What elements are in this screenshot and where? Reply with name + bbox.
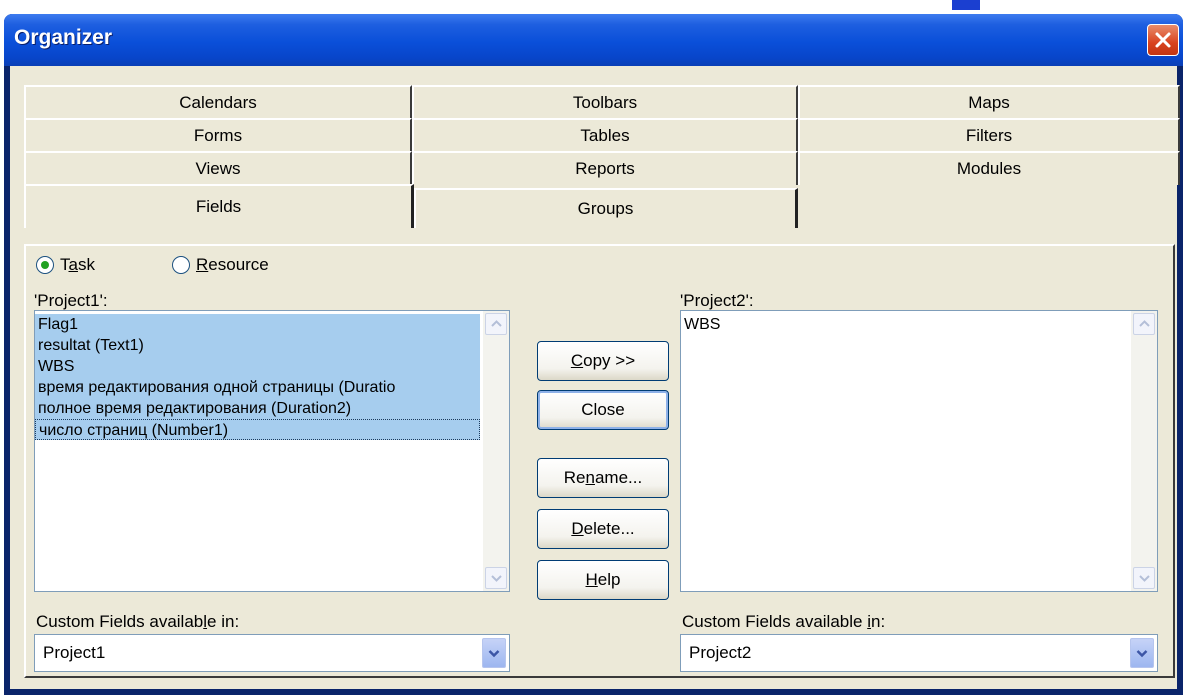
tab-row-3: Views Reports Modules xyxy=(24,151,1180,185)
chevron-down-icon xyxy=(488,649,500,657)
tab-filters[interactable]: Filters xyxy=(798,118,1180,152)
tab-tables[interactable]: Tables xyxy=(412,118,798,152)
right-combo-label: Custom Fields available in: xyxy=(682,612,886,631)
left-combo-dropdown-button[interactable] xyxy=(482,638,506,668)
project1-list[interactable]: Flag1 resultat (Text1) WBS время редакти… xyxy=(34,310,510,592)
left-list-label: 'Project1': xyxy=(34,291,108,310)
resource-radio[interactable]: Resource xyxy=(172,255,269,275)
project2-list-scrollbar[interactable] xyxy=(1131,311,1157,591)
list-item[interactable]: resultat (Text1) xyxy=(35,335,480,356)
list-item[interactable]: Flag1 xyxy=(35,314,480,335)
title-bar[interactable]: Organizer xyxy=(4,14,1183,66)
scroll-down-button[interactable] xyxy=(485,567,507,589)
resource-radio-label: Resource xyxy=(196,255,269,274)
tab-label: Tables xyxy=(580,126,630,145)
tab-modules[interactable]: Modules xyxy=(798,151,1180,185)
tab-label: Views xyxy=(195,159,241,178)
list-item[interactable]: WBS xyxy=(681,314,1126,335)
list-item[interactable]: число страниц (Number1) xyxy=(35,419,480,440)
tab-label: Toolbars xyxy=(572,93,638,112)
tab-toolbars[interactable]: Toolbars xyxy=(412,85,798,119)
right-combo-value: Project2 xyxy=(689,643,752,662)
left-combo-label: Custom Fields available in: xyxy=(36,612,240,631)
chevron-up-icon xyxy=(1138,320,1150,327)
project2-list[interactable]: WBS xyxy=(680,310,1158,592)
copy-button[interactable]: Copy >> xyxy=(537,341,669,381)
close-button-label: Close xyxy=(581,400,625,419)
list-item[interactable]: время редактирования одной страницы (Dur… xyxy=(35,377,480,398)
tab-row-1: Calendars Toolbars Maps xyxy=(24,85,1180,119)
tab-fields[interactable]: Fields xyxy=(24,184,414,228)
tab-label: Reports xyxy=(575,159,635,178)
right-combo-dropdown-button[interactable] xyxy=(1130,638,1154,668)
rename-button[interactable]: Rename... xyxy=(537,458,669,498)
close-button[interactable]: Close xyxy=(537,390,669,430)
dialog-client-area: Calendars Toolbars Maps Forms Tables Fil… xyxy=(10,66,1180,689)
close-icon xyxy=(1155,32,1171,48)
background-blue-block xyxy=(952,0,980,10)
help-button[interactable]: Help xyxy=(537,560,669,600)
left-custom-fields-select[interactable]: Project1 xyxy=(34,634,510,672)
radio-circle xyxy=(172,256,190,274)
tab-groups[interactable]: Groups xyxy=(414,188,798,228)
background-app-strip xyxy=(0,0,1187,12)
tab-label: Fields xyxy=(195,197,242,216)
tab-label: Forms xyxy=(193,126,243,145)
right-list-label: 'Project2': xyxy=(680,291,754,310)
left-combo-value: Project1 xyxy=(43,643,106,662)
chevron-down-icon xyxy=(490,575,502,582)
dialog-title: Organizer xyxy=(14,26,113,49)
task-radio-label: Task xyxy=(60,255,95,274)
close-window-button[interactable] xyxy=(1147,24,1179,56)
scroll-down-button[interactable] xyxy=(1133,567,1155,589)
tab-label: Modules xyxy=(956,159,1022,178)
chevron-down-icon xyxy=(1136,649,1148,657)
tab-reports[interactable]: Reports xyxy=(412,151,798,185)
chevron-down-icon xyxy=(1138,575,1150,582)
organizer-dialog: Organizer Calendars Toolbars Maps Forms … xyxy=(4,14,1183,695)
right-custom-fields-select[interactable]: Project2 xyxy=(680,634,1158,672)
scroll-up-button[interactable] xyxy=(485,313,507,335)
chevron-up-icon xyxy=(490,320,502,327)
tab-label: Calendars xyxy=(179,93,257,112)
radio-circle xyxy=(36,256,54,274)
tab-calendars[interactable]: Calendars xyxy=(24,85,412,119)
tab-label: Groups xyxy=(577,199,634,218)
tab-maps[interactable]: Maps xyxy=(798,85,1180,119)
task-radio[interactable]: Task xyxy=(36,255,95,275)
tab-views[interactable]: Views xyxy=(24,151,412,185)
list-item[interactable]: полное время редактирования (Duration2) xyxy=(35,398,480,419)
project1-list-scrollbar[interactable] xyxy=(483,311,509,591)
tab-row-4: Fields Groups xyxy=(24,184,1174,228)
tab-forms[interactable]: Forms xyxy=(24,118,412,152)
radio-dot xyxy=(41,261,49,269)
list-item[interactable]: WBS xyxy=(35,356,480,377)
tab-label: Filters xyxy=(965,126,1013,145)
tab-row-2: Forms Tables Filters xyxy=(24,118,1180,152)
scroll-up-button[interactable] xyxy=(1133,313,1155,335)
delete-button[interactable]: Delete... xyxy=(537,509,669,549)
tab-label: Maps xyxy=(968,93,1010,112)
